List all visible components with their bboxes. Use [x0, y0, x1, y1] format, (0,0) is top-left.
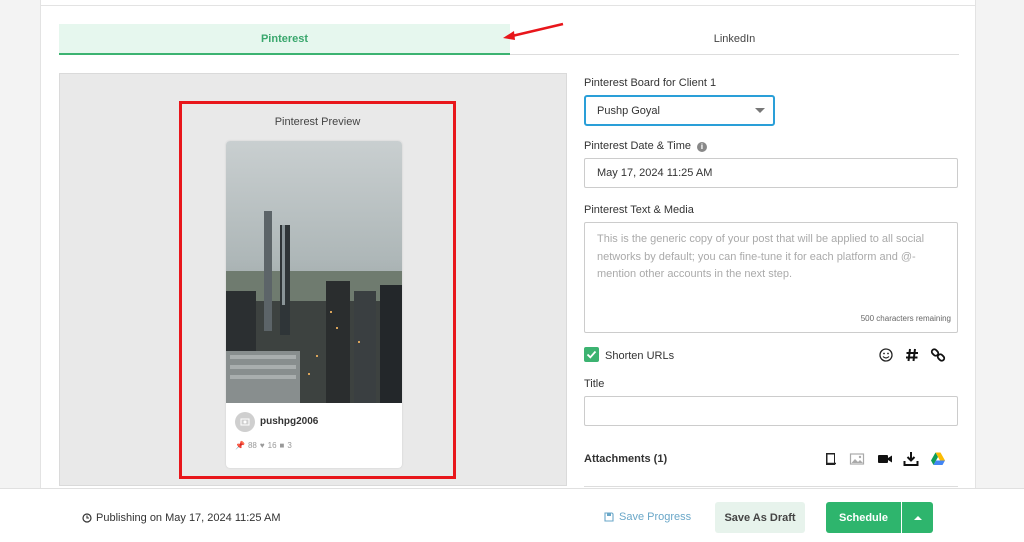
footer-bar: Publishing on May 17, 2024 11:25 AM Save…	[0, 488, 1024, 542]
annotation-arrow-icon	[503, 22, 564, 40]
post-text-placeholder: This is the generic copy of your post th…	[597, 233, 925, 280]
hashtag-icon[interactable]	[904, 347, 920, 363]
attachments-label: Attachments (1)	[584, 453, 668, 465]
book-icon[interactable]	[823, 451, 839, 467]
schedule-options-button[interactable]	[902, 502, 933, 533]
preview-title: Pinterest Preview	[274, 116, 361, 128]
attachments-divider	[584, 486, 958, 487]
comment-count: 3	[287, 441, 292, 450]
comment-icon: ■	[279, 441, 285, 450]
tab-pinterest[interactable]: Pinterest	[59, 24, 510, 55]
tab-pinterest-label: Pinterest	[260, 32, 309, 45]
title-input[interactable]	[584, 396, 958, 426]
download-icon[interactable]	[903, 451, 919, 467]
pin-icon: 📌	[235, 441, 245, 450]
board-select[interactable]: Pushp Goyal	[584, 95, 775, 126]
chevron-down-icon	[755, 108, 765, 113]
like-count: 16	[267, 441, 277, 450]
text-media-label: Pinterest Text & Media	[584, 204, 694, 216]
pin-stats: 📌 88 ♥ 16 ■ 3	[235, 441, 292, 450]
save-progress-button[interactable]: Save Progress	[604, 511, 691, 523]
clock-icon	[82, 513, 92, 523]
board-label: Pinterest Board for Client 1	[584, 77, 717, 89]
title-label: Title	[584, 378, 605, 390]
pin-username: pushpg2006	[260, 416, 319, 427]
top-divider	[41, 5, 975, 6]
link-icon[interactable]	[930, 347, 946, 363]
heart-icon: ♥	[259, 441, 265, 450]
floppy-disk-icon	[604, 512, 614, 522]
google-drive-icon[interactable]	[930, 451, 946, 467]
publishing-info: Publishing on May 17, 2024 11:25 AM	[82, 512, 280, 524]
caret-up-icon	[913, 515, 922, 520]
save-progress-label: Save Progress	[619, 511, 692, 523]
post-text-area[interactable]: This is the generic copy of your post th…	[584, 222, 958, 333]
annotation-highlight-box: Pinterest Preview pushpg2006 📌 88 ♥ 16 ■…	[179, 101, 456, 479]
emoji-icon[interactable]	[878, 347, 894, 363]
schedule-button[interactable]: Schedule	[826, 502, 901, 533]
composer-panel: Pinterest LinkedIn Pinterest Preview pus…	[40, 0, 976, 488]
checkmark-icon	[586, 350, 597, 359]
board-select-value: Pushp Goyal	[597, 104, 660, 117]
pin-count: 88	[247, 441, 257, 450]
datetime-label: Pinterest Date & Time i	[584, 140, 707, 152]
image-icon[interactable]	[849, 451, 865, 467]
pin-card: pushpg2006 📌 88 ♥ 16 ■ 3	[226, 141, 402, 468]
preview-area: Pinterest Preview pushpg2006 📌 88 ♥ 16 ■…	[59, 73, 567, 486]
datetime-input[interactable]: May 17, 2024 11:25 AM	[584, 158, 958, 188]
info-icon[interactable]: i	[697, 142, 707, 152]
tab-linkedin-label: LinkedIn	[713, 33, 756, 45]
tab-linkedin[interactable]: LinkedIn	[510, 24, 959, 55]
save-as-draft-button[interactable]: Save As Draft	[715, 502, 805, 533]
char-count: 500 characters remaining	[860, 313, 951, 323]
shorten-urls-checkbox[interactable]	[584, 347, 599, 362]
publishing-text: Publishing on May 17, 2024 11:25 AM	[96, 512, 281, 524]
datetime-label-text: Pinterest Date & Time	[584, 140, 691, 152]
user-avatar-icon	[235, 412, 255, 432]
shorten-urls-label: Shorten URLs	[605, 350, 675, 362]
pin-image	[226, 141, 402, 403]
video-icon[interactable]	[877, 451, 893, 467]
